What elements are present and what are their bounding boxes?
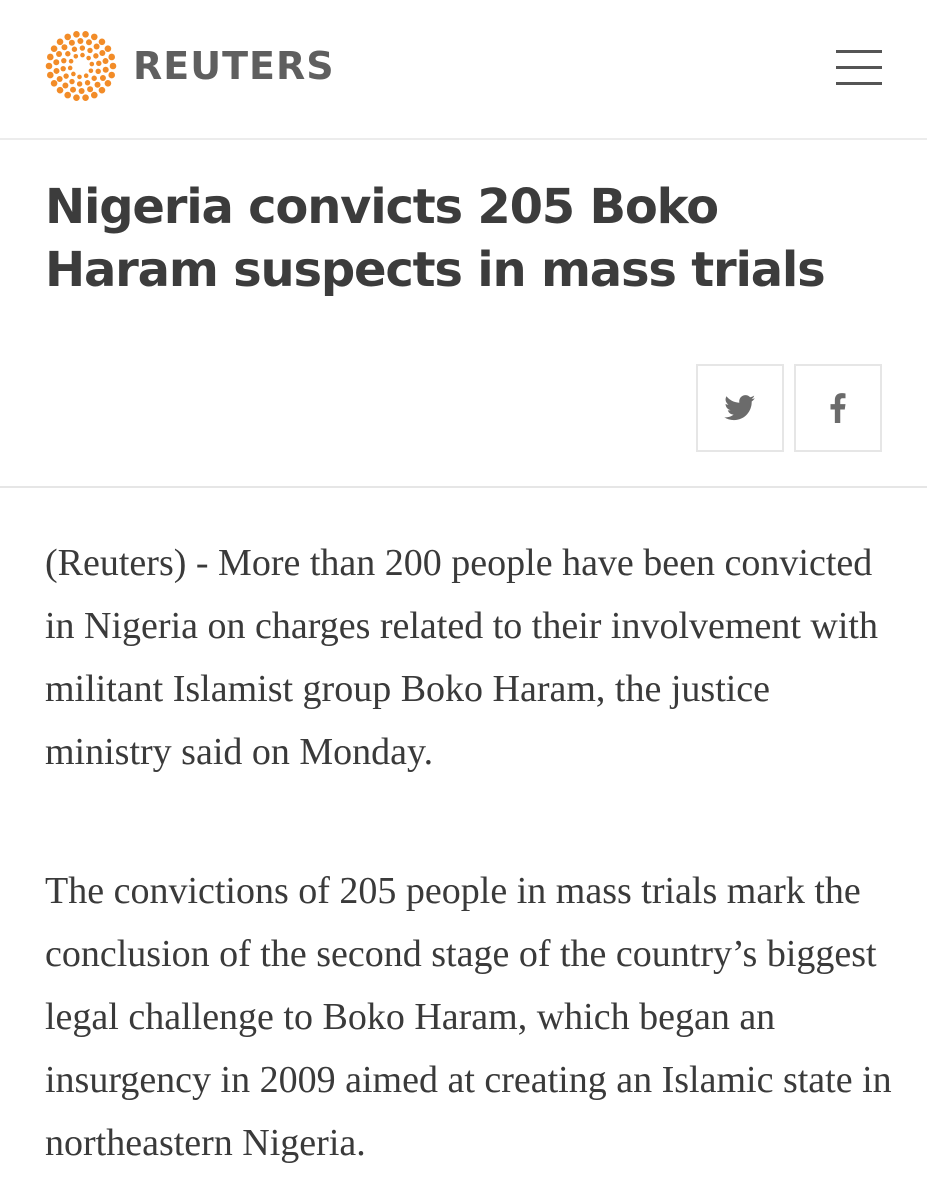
- logo-dot: [108, 53, 115, 61]
- logo-dot: [61, 44, 68, 51]
- logo-dot: [76, 81, 83, 87]
- logo-dot: [56, 51, 63, 58]
- logo-dot: [47, 71, 54, 79]
- logo-dot: [64, 33, 72, 41]
- logo-dot: [108, 71, 115, 79]
- logo-dot: [87, 47, 93, 54]
- logo-dot: [64, 91, 72, 99]
- logo-dot: [88, 68, 94, 74]
- logo-dot: [56, 86, 64, 94]
- facebook-share-button[interactable]: [794, 364, 882, 452]
- logo-dot: [63, 73, 69, 79]
- logo-dot: [82, 94, 89, 101]
- logo-dot: [98, 86, 106, 94]
- logo-dot: [102, 58, 109, 65]
- logo-dot: [96, 60, 102, 67]
- twitter-share-button[interactable]: [696, 364, 784, 452]
- logo-dot: [94, 81, 101, 88]
- logo-dot: [95, 68, 101, 75]
- logo-dot: [50, 45, 58, 52]
- logo-dot: [71, 71, 76, 77]
- logo-dot: [82, 31, 89, 38]
- logo-dot: [102, 66, 109, 73]
- logo-dot: [109, 62, 117, 70]
- logo-dot: [99, 74, 106, 81]
- logo-dot: [61, 57, 67, 64]
- logo-dot: [47, 53, 54, 61]
- logo-dot: [99, 49, 106, 56]
- logo-dot: [104, 80, 112, 87]
- logo-dot: [89, 61, 95, 67]
- article-paragraph: The convictions of 205 people in mass tr…: [45, 870, 892, 1164]
- logo-dot: [93, 43, 100, 50]
- logo-dot: [93, 53, 99, 59]
- logo-dot: [90, 91, 98, 99]
- logo-dot: [60, 65, 66, 72]
- logo-dot: [84, 80, 91, 86]
- reuters-logo[interactable]: REUTERS: [45, 30, 335, 102]
- logo-dot: [69, 78, 75, 85]
- article-headline: Nigeria convicts 205 Boko Haram suspects…: [45, 179, 826, 298]
- facebook-icon: [830, 393, 846, 423]
- logo-dot: [56, 76, 63, 83]
- logo-dot: [73, 54, 79, 59]
- article-paragraph: (Reuters) - More than 200 people have be…: [45, 542, 878, 773]
- logo-dot: [53, 59, 60, 66]
- logo-dot: [77, 38, 84, 45]
- logo-dot: [71, 46, 78, 52]
- content-divider: [0, 486, 927, 488]
- reuters-logo-icon: [45, 31, 117, 101]
- logo-dot: [104, 45, 112, 52]
- logo-dot: [80, 52, 85, 58]
- logo-dot: [77, 74, 82, 80]
- logo-dot: [50, 80, 58, 87]
- logo-dot: [65, 51, 71, 57]
- logo-dot: [86, 55, 91, 61]
- logo-dot: [73, 94, 80, 101]
- logo-dot: [87, 86, 94, 93]
- logo-dot: [98, 38, 106, 46]
- logo-dot: [45, 62, 53, 70]
- logo-dot: [79, 45, 86, 51]
- logo-dot: [85, 39, 92, 46]
- logo-dot: [68, 58, 74, 64]
- hamburger-menu-icon[interactable]: [834, 46, 884, 88]
- twitter-icon: [724, 395, 756, 421]
- site-header: REUTERS: [0, 0, 927, 140]
- logo-dot: [56, 38, 64, 46]
- logo-dot: [53, 67, 60, 74]
- brand-name: REUTERS: [133, 44, 335, 88]
- logo-dot: [83, 73, 89, 78]
- logo-dot: [70, 86, 77, 93]
- logo-dot: [90, 33, 98, 41]
- logo-dot: [73, 31, 80, 38]
- logo-dot: [67, 65, 73, 71]
- logo-dot: [91, 75, 97, 81]
- logo-dot: [68, 39, 75, 46]
- logo-dot: [78, 87, 85, 94]
- logo-dot: [62, 82, 69, 89]
